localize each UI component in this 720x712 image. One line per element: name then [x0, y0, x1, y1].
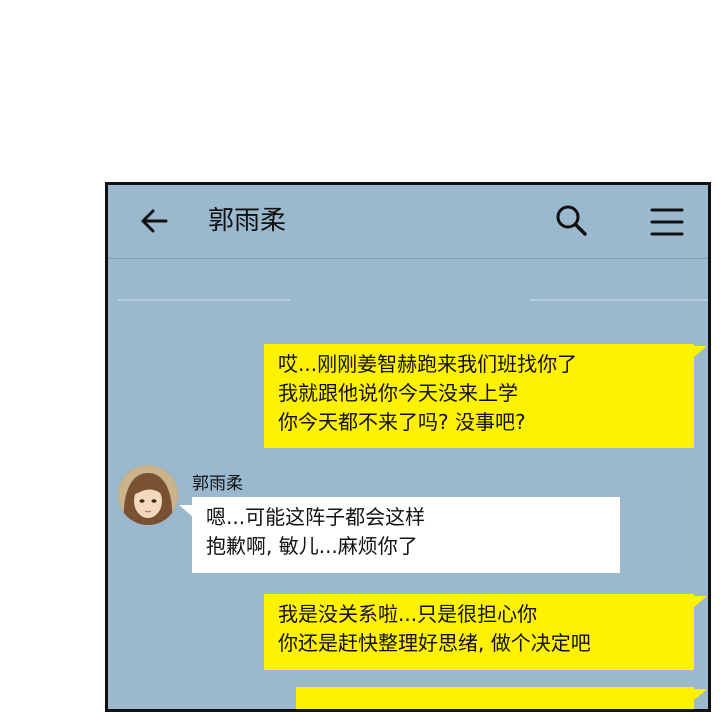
- search-button[interactable]: [552, 201, 592, 241]
- bubble-tail: [693, 689, 707, 701]
- search-icon: [556, 205, 587, 236]
- arrow-left-icon: [141, 209, 168, 233]
- bubble-tail: [179, 505, 193, 517]
- back-button[interactable]: [136, 203, 172, 239]
- avatar-portrait-icon: [118, 465, 178, 525]
- avatar[interactable]: [118, 465, 178, 525]
- sender-name: 郭雨柔: [192, 474, 243, 494]
- message-line: 哎...刚刚姜智赫跑来我们班找你了: [278, 352, 578, 376]
- chat-header: 郭雨柔: [108, 185, 708, 259]
- date-divider-right: [530, 299, 708, 301]
- message-line: 我是没关系啦...只是很担心你: [278, 602, 538, 626]
- message-line: 嗯...可能这阵子都会这样: [206, 505, 426, 529]
- message-line: 我就跟他说你今天没来上学: [278, 381, 518, 405]
- chat-title: 郭雨柔: [208, 206, 287, 236]
- message-line: 抱歉啊, 敏儿...麻烦你了: [206, 534, 418, 558]
- their-message-bubble[interactable]: 嗯...可能这阵子都会这样 抱歉啊, 敏儿...麻烦你了: [179, 497, 620, 573]
- date-divider-left: [118, 299, 290, 301]
- bubble-tail: [693, 596, 707, 608]
- chat-screen: 郭雨柔 哎...刚刚姜智赫跑来我们班找你了 我就跟他说你今天没来上学 你今天都不…: [105, 182, 711, 712]
- my-message-bubble[interactable]: 哎...刚刚姜智赫跑来我们班找你了 我就跟他说你今天没来上学 你今天都不来了吗?…: [264, 344, 707, 448]
- bubble-tail: [693, 346, 707, 358]
- hamburger-menu-icon: [650, 208, 684, 236]
- message-line: 你还是赶快整理好思绪, 做个决定吧: [278, 631, 591, 655]
- message-line: 你今天都不来了吗? 没事吧?: [278, 410, 526, 434]
- menu-button[interactable]: [648, 203, 686, 241]
- my-message-bubble[interactable]: 我是没关系啦...只是很担心你 你还是赶快整理好思绪, 做个决定吧: [264, 594, 707, 670]
